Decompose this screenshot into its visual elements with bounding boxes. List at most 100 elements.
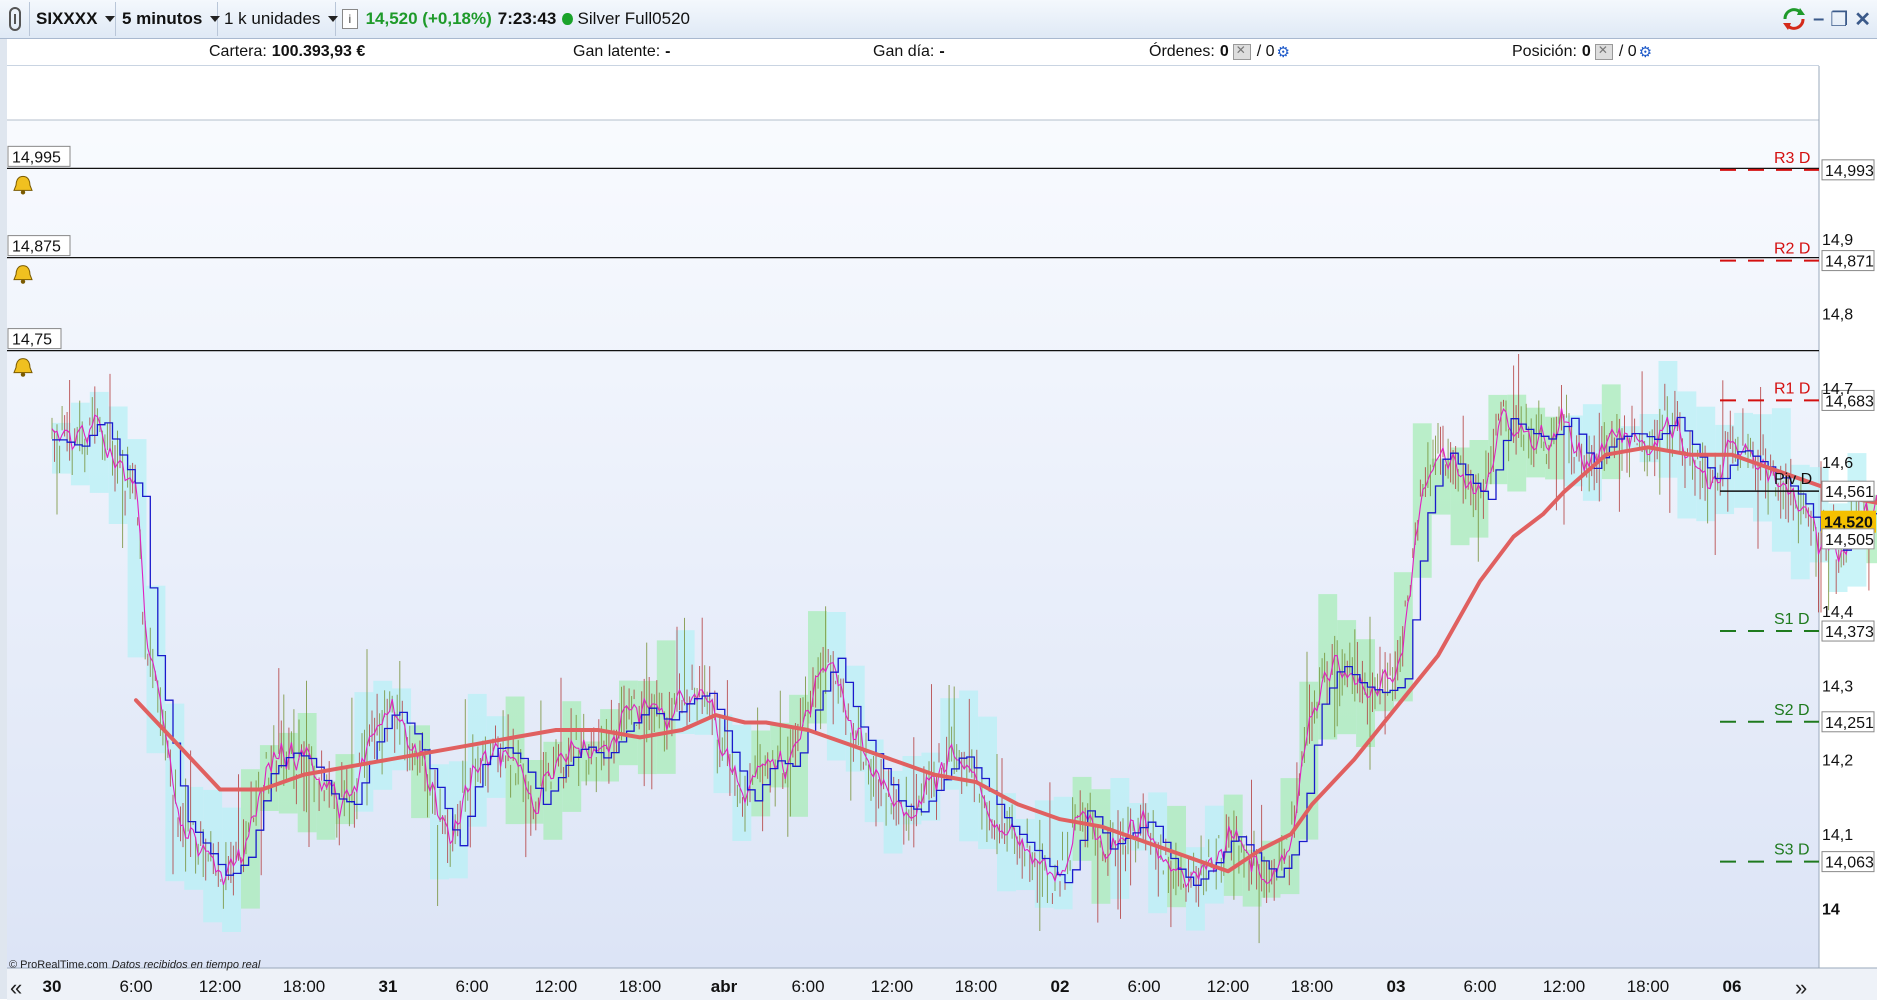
- x-tick-label: 02: [1051, 977, 1070, 996]
- x-tick-label: 6:00: [455, 977, 488, 996]
- portfolio-value: 100.393,93 €: [271, 43, 366, 60]
- x-tick-label: 30: [43, 977, 62, 996]
- cloud-segment: [1412, 423, 1432, 578]
- day-gain-label: Gan día:: [873, 43, 935, 60]
- y-tick-label: 14,8: [1822, 306, 1853, 323]
- cloud-segment: [430, 764, 449, 880]
- pivot-name: R3 D: [1774, 150, 1810, 167]
- toolbar: SIXXXX 5 minutos 1 k unidades i 14,520 (…: [0, 0, 1877, 39]
- pivot-name: S1 D: [1774, 611, 1810, 628]
- x-tick-label: 31: [379, 977, 398, 996]
- pivot-price-label: 14,251: [1825, 715, 1874, 732]
- scroll-right-icon[interactable]: »: [1795, 975, 1807, 1001]
- portfolio-label: Cartera:: [209, 43, 267, 60]
- scroll-left-icon[interactable]: «: [10, 975, 22, 1001]
- x-tick-label: 6:00: [791, 977, 824, 996]
- pivot-price-label: 14,993: [1825, 163, 1874, 180]
- link-icon[interactable]: [0, 2, 30, 36]
- cloud-segment: [1696, 406, 1716, 522]
- x-tick-label: 18:00: [1291, 977, 1334, 996]
- bell-clapper: [20, 372, 26, 377]
- portfolio-summary: Cartera: 100.393,93 €: [209, 43, 365, 61]
- bell-clapper: [20, 279, 26, 284]
- x-tick-label: 12:00: [1207, 977, 1250, 996]
- alert-price-label: 14,875: [12, 239, 61, 256]
- x-tick-label: 18:00: [955, 977, 998, 996]
- gear-icon[interactable]: ⚙: [1277, 43, 1290, 61]
- y-tick-label: 14: [1822, 901, 1840, 918]
- secondary-price-label: 14,505: [1825, 532, 1874, 549]
- x-tick-label: 6:00: [1127, 977, 1160, 996]
- minimize-icon[interactable]: –: [1813, 8, 1824, 31]
- pivot-price-label: 14,063: [1825, 855, 1874, 872]
- close-position-icon[interactable]: [1594, 43, 1613, 60]
- pivot-price-label: 14,871: [1825, 254, 1874, 271]
- x-tick-label: 12:00: [871, 977, 914, 996]
- gear-icon[interactable]: ⚙: [1639, 43, 1652, 61]
- orders-label: Órdenes:: [1149, 43, 1215, 60]
- x-tick-label: abr: [711, 977, 738, 996]
- instrument-selector[interactable]: SIXXXX: [30, 2, 116, 36]
- y-tick-label: 14,4: [1822, 604, 1853, 621]
- x-tick-label: 06: [1723, 977, 1742, 996]
- realtime-status-dot: [562, 13, 573, 25]
- x-tick-label: 18:00: [619, 977, 662, 996]
- pivot-name: R1 D: [1774, 380, 1810, 397]
- y-tick-label: 14,1: [1822, 827, 1853, 844]
- alert-price-label: 14,995: [12, 149, 61, 166]
- pivot-name: S2 D: [1774, 702, 1810, 719]
- top-panel: [7, 66, 1819, 120]
- info-icon[interactable]: i: [342, 9, 358, 29]
- restore-icon[interactable]: ❐: [1830, 7, 1848, 32]
- latent-gain-value: -: [665, 43, 671, 60]
- y-tick-label: 14,2: [1822, 753, 1853, 770]
- window-controls: – ❐ ✕: [1781, 6, 1871, 32]
- close-icon[interactable]: ✕: [1854, 7, 1871, 32]
- latent-gain-summary: Gan latente: -: [573, 43, 671, 61]
- realtime-text: Datos recibidos en tiempo real: [111, 959, 261, 971]
- cloud-segment: [165, 703, 185, 882]
- cloud-segment: [1715, 424, 1735, 515]
- quote-info: i 14,520 (+0,18%) 7:23:43 Silver Full052…: [336, 2, 696, 36]
- x-tick-label: 12:00: [1543, 977, 1586, 996]
- x-tick-label: 18:00: [1627, 977, 1670, 996]
- position-value: 0: [1581, 43, 1591, 60]
- x-tick-label: 6:00: [1463, 977, 1496, 996]
- day-gain-value: -: [939, 43, 945, 60]
- y-tick-label: 14,9: [1822, 232, 1853, 249]
- orders-summary: Órdenes:0 / 0 ⚙: [1149, 43, 1290, 61]
- price-chart[interactable]: 14,995 14,875 14,75 R3 D 14,993 R2 D 14,871 R1…: [0, 0, 1877, 1000]
- quantity-selector[interactable]: 1 k unidades: [218, 2, 339, 36]
- y-tick-label: 14,6: [1822, 455, 1853, 472]
- pivot-price-label: 14,561: [1825, 484, 1874, 501]
- orders-value: 0: [1219, 43, 1229, 60]
- cancel-orders-icon[interactable]: [1232, 43, 1251, 60]
- y-tick-label: 14,3: [1822, 678, 1853, 695]
- pivot-name: R2 D: [1774, 241, 1810, 258]
- position-summary: Posición:0 / 0 ⚙: [1512, 43, 1652, 61]
- x-tick-label: 6:00: [119, 977, 152, 996]
- position-total: / 0: [1618, 43, 1637, 60]
- x-axis: 30 6:00 12:00 18:00 31 6:00 12:00 18:00 abr 6:00 1…: [43, 977, 1742, 996]
- pivot-name: Piv D: [1774, 471, 1812, 488]
- timeframe-selector[interactable]: 5 minutos: [116, 2, 221, 36]
- instrument-label: SIXXXX: [36, 9, 98, 28]
- x-tick-label: 18:00: [283, 977, 326, 996]
- y-tick-label: 14,7: [1822, 381, 1853, 398]
- price-change: 14,520 (+0,18%): [365, 9, 492, 28]
- position-label: Posición:: [1512, 43, 1577, 60]
- alert-price-label: 14,75: [12, 332, 52, 349]
- quote-time: 7:23:43: [497, 9, 557, 28]
- bell-clapper: [20, 190, 26, 195]
- orders-total: / 0: [1256, 43, 1275, 60]
- day-gain-summary: Gan día: -: [873, 43, 945, 61]
- data-source-note: © ProRealTime.com Datos recibidos en tiem…: [9, 959, 260, 971]
- timeframe-label: 5 minutos: [122, 9, 203, 28]
- pivot-price-label: 14,373: [1825, 624, 1874, 641]
- latent-gain-label: Gan latente:: [573, 43, 661, 60]
- chevron-down-icon: [105, 16, 116, 22]
- chart-background: [7, 66, 1819, 968]
- x-tick-label: 12:00: [199, 977, 242, 996]
- refresh-icon[interactable]: [1781, 6, 1807, 32]
- copyright-text: © ProRealTime.com: [9, 959, 108, 971]
